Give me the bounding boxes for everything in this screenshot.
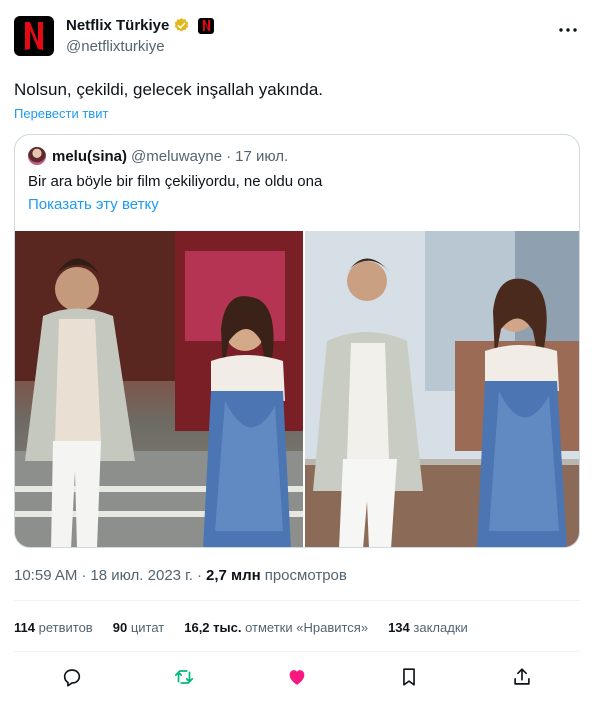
quote-author-handle: @meluwayne bbox=[131, 148, 223, 165]
netflix-badge-icon bbox=[198, 17, 215, 34]
quote-text: Bir ara böyle bir film çekiliyordu, ne o… bbox=[28, 173, 323, 190]
bookmark-icon[interactable] bbox=[396, 664, 422, 690]
views-label: просмотров bbox=[264, 567, 347, 584]
retweets-stat[interactable]: 114 ретвитов bbox=[14, 620, 93, 635]
bookmarks-stat[interactable]: 134 закладки bbox=[388, 620, 468, 635]
quote-author-avatar bbox=[28, 147, 46, 165]
quote-photo-2[interactable] bbox=[305, 231, 579, 547]
quote-header: melu(sina) @meluwayne · 17 июл. bbox=[52, 148, 288, 165]
timestamp-separator-2: · bbox=[196, 567, 202, 584]
show-thread-link[interactable]: Показать эту ветку bbox=[28, 196, 159, 213]
author-handle[interactable]: @netflixturkiye bbox=[66, 38, 165, 55]
quotes-stat[interactable]: 90 цитат bbox=[113, 620, 165, 635]
author-name-row[interactable]: Netflix Türkiye bbox=[66, 17, 215, 34]
photo-illustration-1 bbox=[15, 231, 303, 547]
tweet: Netflix Türkiye @netflixturkiye Nolsun, … bbox=[0, 0, 596, 701]
tweet-date[interactable]: 18 июл. 2023 г. bbox=[90, 567, 193, 584]
photo-illustration-2 bbox=[305, 231, 579, 547]
author-name[interactable]: Netflix Türkiye bbox=[66, 17, 169, 34]
tweet-time[interactable]: 10:59 AM bbox=[14, 567, 77, 584]
netflix-logo-icon bbox=[25, 22, 43, 50]
quoted-tweet[interactable]: melu(sina) @meluwayne · 17 июл. Bir ara … bbox=[14, 134, 580, 548]
quote-author-name: melu(sina) bbox=[52, 148, 128, 165]
action-bar bbox=[0, 664, 596, 690]
divider bbox=[14, 651, 580, 652]
verified-badge-icon bbox=[175, 18, 189, 32]
share-icon[interactable] bbox=[509, 664, 535, 690]
quote-separator: · bbox=[226, 148, 232, 165]
author-avatar[interactable] bbox=[14, 16, 54, 56]
divider bbox=[14, 600, 580, 601]
tweet-text: Nolsun, çekildi, gelecek inşallah yakınd… bbox=[14, 80, 324, 99]
quote-photos bbox=[15, 231, 579, 547]
like-icon[interactable] bbox=[284, 664, 310, 690]
translate-tweet-link[interactable]: Перевести твит bbox=[14, 106, 108, 121]
engagement-stats: 114 ретвитов 90 цитат 16,2 тыс. отметки … bbox=[14, 620, 468, 635]
timestamp-separator: · bbox=[81, 567, 87, 584]
more-options-icon[interactable] bbox=[558, 20, 578, 40]
quote-date: 17 июл. bbox=[235, 148, 289, 165]
tweet-timestamp: 10:59 AM · 18 июл. 2023 г. · 2,7 млн про… bbox=[14, 567, 347, 584]
likes-stat[interactable]: 16,2 тыс. отметки «Нравится» bbox=[184, 620, 368, 635]
retweet-icon[interactable] bbox=[171, 664, 197, 690]
quote-photo-1[interactable] bbox=[15, 231, 303, 547]
views-count: 2,7 млн bbox=[205, 567, 261, 584]
reply-icon[interactable] bbox=[59, 664, 85, 690]
